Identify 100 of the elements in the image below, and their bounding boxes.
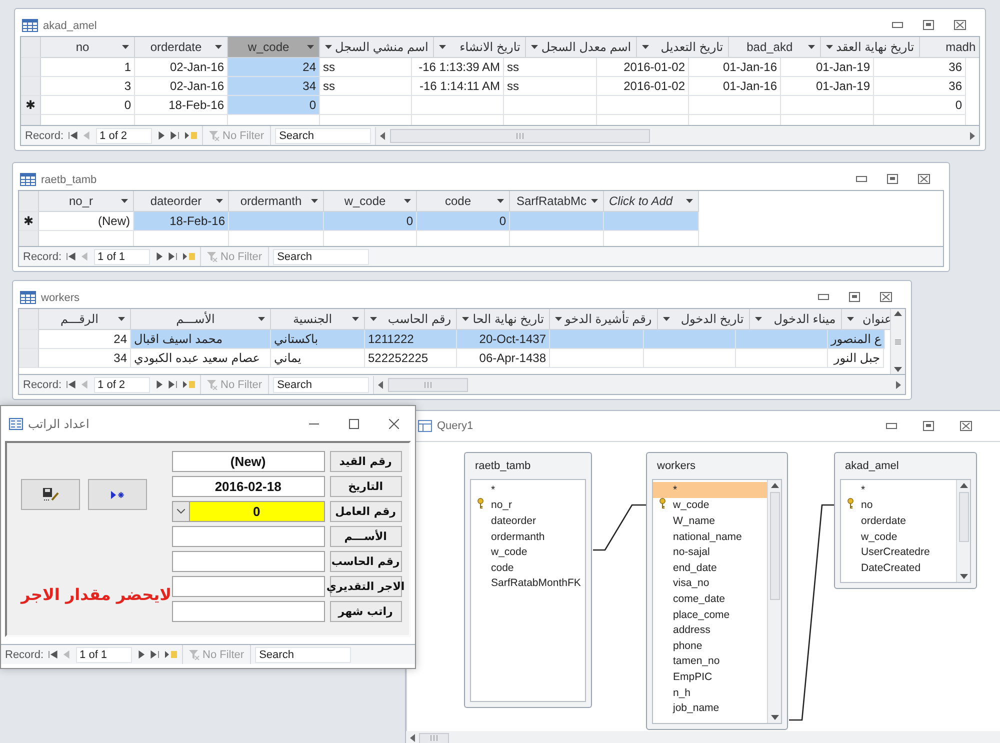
field-item[interactable]: job_name bbox=[653, 700, 767, 716]
field-item[interactable]: end_date bbox=[653, 560, 767, 576]
scroll-thumb[interactable] bbox=[770, 492, 780, 600]
scroll-up-icon[interactable] bbox=[894, 311, 902, 316]
minimize-icon[interactable] bbox=[818, 294, 829, 300]
restore-icon[interactable] bbox=[849, 292, 860, 302]
minimize-icon[interactable] bbox=[309, 422, 319, 424]
search-field[interactable]: Search bbox=[255, 646, 352, 662]
scroll-up-icon[interactable] bbox=[960, 483, 968, 488]
field-item[interactable]: address bbox=[653, 622, 767, 638]
restore-icon[interactable] bbox=[887, 174, 898, 184]
first-record-icon[interactable] bbox=[66, 252, 76, 261]
field-item[interactable]: w_code bbox=[471, 544, 585, 560]
column-header[interactable]: ordermanth bbox=[229, 191, 324, 212]
last-record-icon[interactable] bbox=[170, 131, 180, 140]
new-record-icon[interactable] bbox=[184, 131, 198, 140]
scroll-right-icon[interactable] bbox=[895, 380, 901, 388]
scroll-down-icon[interactable] bbox=[770, 715, 778, 720]
column-header[interactable]: SarfRatabMc bbox=[510, 191, 604, 212]
column-header[interactable]: تاريخ نهاية الحا bbox=[457, 309, 550, 330]
next-record-icon[interactable] bbox=[154, 252, 164, 261]
column-header[interactable]: Click to Add bbox=[604, 191, 699, 212]
field-item[interactable]: SarfRatabMonthFK bbox=[471, 576, 585, 592]
vertical-scrollbar[interactable] bbox=[767, 480, 781, 723]
field-item[interactable]: ordermanth bbox=[471, 528, 585, 544]
field-item[interactable]: * bbox=[471, 482, 585, 498]
restore-icon[interactable] bbox=[923, 421, 934, 431]
column-header[interactable]: madh bbox=[920, 37, 979, 58]
column-header[interactable]: ميناء الدخول bbox=[750, 309, 842, 330]
column-header[interactable]: code bbox=[417, 191, 510, 212]
record-position-field[interactable]: 1 of 1 bbox=[76, 646, 132, 662]
first-record-icon[interactable] bbox=[66, 380, 76, 389]
column-header[interactable]: تاريخ نهاية العقد bbox=[821, 37, 920, 58]
last-record-icon[interactable] bbox=[168, 380, 178, 389]
field-item[interactable]: tamen_no bbox=[653, 654, 767, 670]
scroll-thumb[interactable] bbox=[388, 378, 468, 392]
next-record-icon[interactable] bbox=[156, 131, 166, 140]
input-field[interactable]: 2016-02-18 bbox=[172, 476, 325, 497]
field-item[interactable]: dateorder bbox=[471, 513, 585, 529]
restore-icon[interactable] bbox=[923, 20, 934, 30]
column-header[interactable]: orderdate bbox=[135, 37, 228, 58]
field-item[interactable]: national_name bbox=[653, 528, 767, 544]
vertical-scrollbar[interactable] bbox=[956, 480, 970, 582]
field-item[interactable]: n_h bbox=[653, 684, 767, 700]
column-header[interactable]: اسم معدل السجل bbox=[526, 37, 638, 58]
column-header[interactable]: تاريخ الانشاء bbox=[434, 37, 526, 58]
field-item[interactable]: phone bbox=[653, 638, 767, 654]
column-header[interactable]: الأســـم bbox=[131, 309, 271, 330]
last-record-icon[interactable] bbox=[168, 252, 178, 261]
minimize-icon[interactable] bbox=[856, 176, 867, 182]
column-header[interactable]: w_code bbox=[324, 191, 417, 212]
close-icon[interactable] bbox=[880, 292, 892, 302]
field-item[interactable]: no_r bbox=[471, 498, 585, 514]
search-field[interactable]: Search bbox=[273, 376, 370, 392]
column-header[interactable]: no bbox=[41, 37, 135, 58]
scroll-down-icon[interactable] bbox=[894, 367, 902, 372]
first-record-icon[interactable] bbox=[68, 131, 78, 140]
field-item[interactable]: * bbox=[653, 482, 767, 498]
field-item[interactable]: EmpPIC bbox=[653, 669, 767, 685]
vertical-scrollbar[interactable] bbox=[890, 309, 905, 374]
last-record-icon[interactable] bbox=[150, 650, 160, 659]
new-record-icon[interactable] bbox=[182, 380, 196, 389]
record-position-field[interactable]: 1 of 1 bbox=[94, 248, 150, 264]
minimize-icon[interactable] bbox=[886, 423, 897, 429]
field-item[interactable]: visa_no bbox=[653, 576, 767, 592]
column-header[interactable]: رقم الحاسب bbox=[365, 309, 457, 330]
column-header[interactable]: الجنسية bbox=[271, 309, 365, 330]
column-header[interactable]: الرقـــم bbox=[39, 309, 131, 330]
save-button[interactable] bbox=[21, 479, 80, 510]
field-item[interactable]: no bbox=[841, 498, 956, 514]
field-item[interactable]: come_date bbox=[653, 591, 767, 607]
scroll-thumb[interactable] bbox=[419, 732, 449, 743]
column-header[interactable]: تاريخ التعديل bbox=[637, 37, 730, 58]
record-position-field[interactable]: 1 of 2 bbox=[94, 376, 150, 392]
field-item[interactable]: no-sajal bbox=[653, 544, 767, 560]
scroll-left-icon[interactable] bbox=[410, 734, 416, 742]
horizontal-scrollbar[interactable] bbox=[373, 376, 905, 394]
next-record-icon[interactable] bbox=[136, 650, 146, 659]
field-item[interactable]: W_name bbox=[653, 513, 767, 529]
row-selector[interactable]: ✱ bbox=[21, 96, 41, 115]
column-header[interactable]: رقم تأشيرة الدخو bbox=[550, 309, 658, 330]
field-item[interactable]: UserCreatedre bbox=[841, 544, 956, 560]
scroll-right-icon[interactable] bbox=[969, 132, 975, 140]
field-item[interactable]: code bbox=[471, 560, 585, 576]
next-record-icon[interactable] bbox=[154, 380, 164, 389]
close-icon[interactable] bbox=[954, 20, 966, 30]
combo-box[interactable]: 0 bbox=[172, 501, 325, 522]
column-header[interactable]: bad_akd bbox=[729, 37, 822, 58]
field-item[interactable]: orderdate bbox=[841, 513, 956, 529]
field-item[interactable]: DateCreated bbox=[841, 560, 956, 576]
horizontal-scrollbar[interactable] bbox=[375, 126, 979, 144]
column-header[interactable]: w_code bbox=[228, 37, 320, 58]
field-item[interactable]: w_code bbox=[841, 528, 956, 544]
scroll-down-icon[interactable] bbox=[960, 574, 968, 579]
query-table[interactable]: akad_amel * no orderdate w_code UserCreatedre DateCreated bbox=[834, 452, 977, 589]
new-record-icon[interactable] bbox=[182, 252, 196, 261]
scroll-left-icon[interactable] bbox=[380, 132, 386, 140]
input-field[interactable] bbox=[172, 551, 325, 572]
horizontal-scrollbar[interactable] bbox=[406, 731, 1000, 743]
column-header[interactable]: اسم منشي السجل bbox=[320, 37, 434, 58]
